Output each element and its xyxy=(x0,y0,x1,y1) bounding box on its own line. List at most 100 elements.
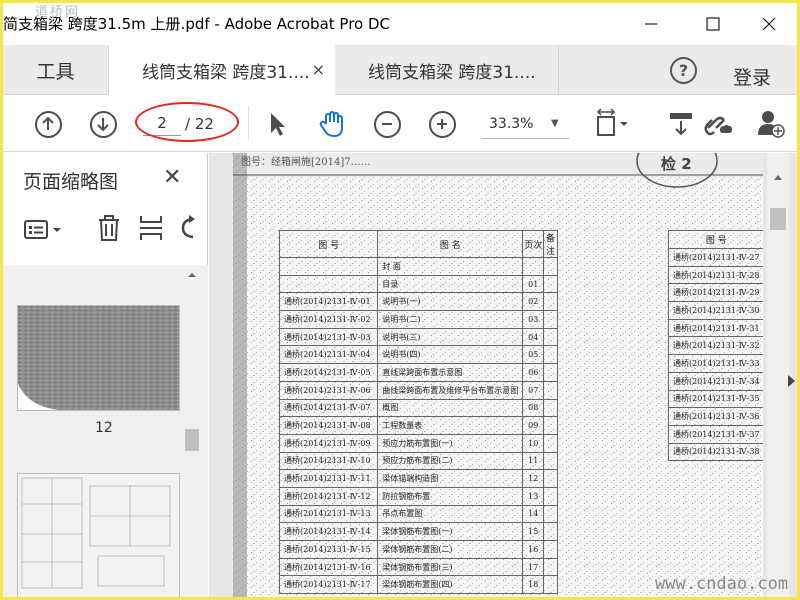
panel-toolbar xyxy=(3,208,208,254)
table-cell: 10 xyxy=(522,433,545,453)
table-row: 通桥(2014)2131-Ⅳ-09 预应力筋布置图(一) 10 xyxy=(278,433,558,453)
prev-page-button[interactable] xyxy=(32,108,64,140)
zoom-out-button[interactable] xyxy=(371,108,403,140)
chevron-down-icon[interactable]: ▼ xyxy=(551,118,559,129)
table-cell: 通桥(2014)2131-Ⅳ-33 xyxy=(668,354,763,373)
table-cell xyxy=(543,380,558,400)
scroll-up-icon[interactable] xyxy=(183,269,201,281)
col-header-drawing-no: 图 号 xyxy=(668,230,763,249)
table-cell: 说明书(三) xyxy=(377,327,524,347)
table-cell: 通桥(2014)2131-Ⅳ-06 xyxy=(278,380,379,400)
thumb-options-button[interactable] xyxy=(23,218,67,246)
table-cell: 通桥(2014)2131-Ⅳ-13 xyxy=(278,504,379,524)
tab-tools[interactable]: 工具 xyxy=(3,45,109,95)
insert-page-icon xyxy=(140,216,162,240)
table-row: 通桥(2014)2131-Ⅳ-16 梁体钢筋布置图(三) 17 xyxy=(278,557,558,577)
table-row: 通桥(2014)2131-Ⅳ-33 xyxy=(668,354,763,373)
col-header-page: 页次 xyxy=(522,230,545,258)
table-row: 通桥(2014)2131-Ⅳ-12 防拉钢筋布置 13 xyxy=(278,486,558,506)
minimize-button[interactable] xyxy=(623,3,679,45)
page-thumbnail-12[interactable] xyxy=(17,305,180,411)
table-cell xyxy=(543,416,558,435)
table-cell xyxy=(543,557,558,577)
next-page-button[interactable] xyxy=(87,108,119,140)
scrollbar-thumb[interactable] xyxy=(185,429,199,451)
expand-right-panel-arrow-icon[interactable] xyxy=(788,375,795,387)
table-cell xyxy=(543,540,558,559)
table-cell: 通桥(2014)2131-Ⅳ-27 xyxy=(668,248,763,267)
delete-page-button[interactable] xyxy=(96,214,122,246)
thumbnail-preview xyxy=(18,474,179,597)
table-cell: 通桥(2014)2131-Ⅳ-35 xyxy=(668,389,763,409)
table-cell: 通桥(2014)2131-Ⅳ-12 xyxy=(278,486,379,506)
document-scrollbar[interactable] xyxy=(767,153,789,597)
zoom-in-button[interactable] xyxy=(426,108,458,140)
table-cell: 通桥(2014)2131-Ⅳ-36 xyxy=(668,407,763,426)
table-cell xyxy=(543,398,558,418)
table-cell: 通桥(2014)2131-Ⅳ-37 xyxy=(668,424,763,444)
login-button[interactable]: 登录 xyxy=(733,63,771,90)
table-row: 通桥(2014)2131-Ⅳ-35 xyxy=(668,389,763,409)
table-cell: 通桥(2014)2131-Ⅳ-07 xyxy=(278,398,379,418)
table-cell: 05 xyxy=(522,345,545,365)
thumbnail-scrollbar[interactable] xyxy=(183,265,201,597)
thumbnail-page-label: 12 xyxy=(95,420,113,436)
table-cell: 曲线梁跨面布置及维修平台布置示意图 xyxy=(377,380,524,400)
panel-close-icon[interactable]: ✕ xyxy=(163,165,181,190)
table-cell: 说明书(一) xyxy=(377,292,524,312)
prev-page-icon xyxy=(34,110,62,138)
table-cell: 18 xyxy=(522,575,545,595)
help-icon[interactable]: ? xyxy=(670,57,697,84)
zoom-underline xyxy=(481,138,569,139)
table-cell xyxy=(543,575,558,595)
table-cell: 09 xyxy=(522,416,545,435)
table-cell: 16 xyxy=(522,540,545,559)
next-page-icon xyxy=(89,110,117,138)
table-cell xyxy=(543,345,558,365)
scroll-mode-button[interactable] xyxy=(665,108,697,140)
add-user-button[interactable] xyxy=(755,108,787,140)
table-cell: 说明书(二) xyxy=(377,310,524,329)
page-thumbnail-13[interactable] xyxy=(17,473,180,597)
maximize-button[interactable] xyxy=(685,3,741,45)
watermark-bottom: www.cndao.com xyxy=(655,574,789,594)
table-cell: 01 xyxy=(522,274,545,294)
fit-page-button[interactable] xyxy=(595,108,627,140)
fit-page-icon xyxy=(596,108,627,136)
tab-document-inactive[interactable]: 线筒支箱梁 跨度31.... xyxy=(335,45,559,95)
tab-close-icon[interactable]: × xyxy=(312,60,325,79)
tab-bar: 工具 线筒支箱梁 跨度31.... × 线筒支箱梁 跨度31.... ? 登录 xyxy=(3,45,797,96)
insert-page-button[interactable] xyxy=(138,214,164,246)
minimize-icon xyxy=(645,23,657,25)
table-row: 通桥(2014)2131-Ⅳ-10 预应力筋布置图(二) 11 xyxy=(278,451,558,471)
table-cell: 通桥(2014)2131-Ⅳ-11 xyxy=(278,469,379,488)
table-row: 通桥(2014)2131-Ⅳ-03 说明书(三) 04 xyxy=(278,327,558,347)
table-row: 通桥(2014)2131-Ⅳ-29 xyxy=(668,283,763,303)
table-row: 通桥(2014)2131-Ⅳ-08 工程数量表 09 xyxy=(278,416,558,435)
scroll-up-icon[interactable] xyxy=(767,171,789,183)
table-cell: 通桥(2014)2131-Ⅳ-17 xyxy=(278,575,379,595)
table-row: 通桥(2014)2131-Ⅳ-15 梁体钢筋布置图(二) 16 xyxy=(278,540,558,559)
zoom-level[interactable]: 33.3% xyxy=(489,116,533,132)
document-view: 图号：经箱闸施[2014]7…… 检 2 图 号 图 名 页次 备注 封 面目录… xyxy=(209,153,797,597)
table-row: 通桥(2014)2131-Ⅳ-37 xyxy=(668,424,763,444)
hand-tool-button[interactable] xyxy=(316,108,348,140)
tab-document-active[interactable]: 线筒支箱梁 跨度31.... × xyxy=(109,45,335,96)
table-cell: 通桥(2014)2131-Ⅳ-16 xyxy=(278,557,379,577)
maximize-icon xyxy=(706,17,720,31)
table-cell xyxy=(543,274,558,294)
table-cell: 梁体锚端构造图 xyxy=(377,469,524,488)
table-cell: 通桥(2014)2131-Ⅳ-28 xyxy=(668,265,763,285)
pdf-page: 图号：经箱闸施[2014]7…… 检 2 图 号 图 名 页次 备注 封 面目录… xyxy=(233,153,763,597)
annotation-red-circle xyxy=(135,102,239,142)
share-link-button[interactable] xyxy=(703,108,735,140)
table-cell: 通桥(2014)2131-Ⅳ-09 xyxy=(278,433,379,453)
scrollbar-thumb[interactable] xyxy=(770,208,786,230)
table-cell: 通桥(2014)2131-Ⅳ-03 xyxy=(278,327,379,347)
table-row: 通桥(2014)2131-Ⅳ-28 xyxy=(668,265,763,285)
table-cell: 通桥(2014)2131-Ⅳ-29 xyxy=(668,283,763,303)
close-button[interactable] xyxy=(741,3,797,45)
table-row: 通桥(2014)2131-Ⅳ-07 概图 08 xyxy=(278,398,558,418)
rotate-page-button[interactable] xyxy=(179,214,197,246)
select-tool-button[interactable] xyxy=(261,108,293,140)
